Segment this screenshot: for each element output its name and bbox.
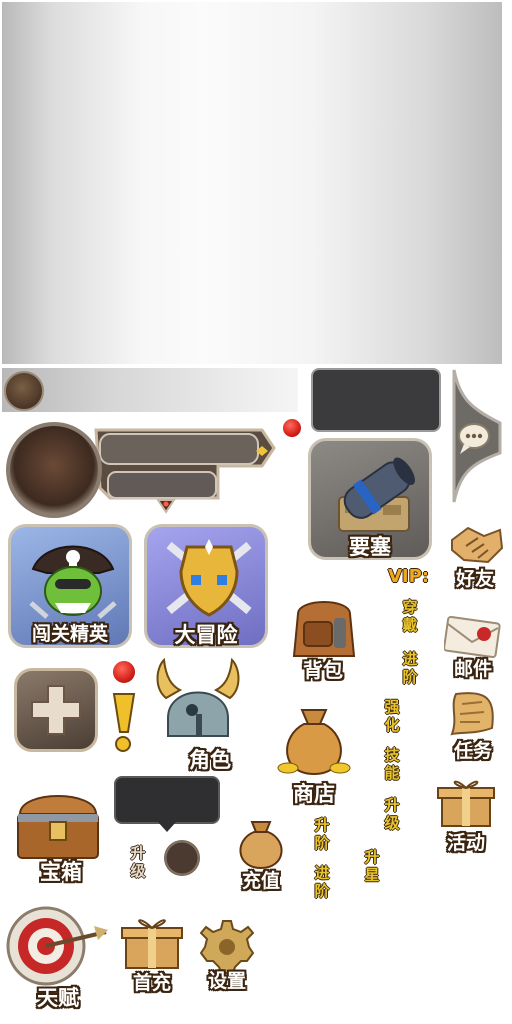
dark-tooltip: [114, 776, 220, 832]
role-button[interactable]: 角色: [148, 656, 248, 774]
talent-button[interactable]: 天赋: [4, 904, 112, 1012]
money-bag-icon: [277, 709, 351, 776]
friends-label: 好友: [455, 568, 494, 590]
handshake-icon: [451, 526, 504, 564]
target-arrow-icon: [6, 906, 108, 986]
adventure-label: 大冒险: [174, 623, 238, 647]
skill-label: 技能: [384, 746, 400, 782]
activity-button[interactable]: 活动: [428, 774, 504, 858]
viking-helmet-icon: [156, 658, 240, 737]
upgrade-label-1: 升级: [384, 796, 400, 832]
shop-button[interactable]: 商店: [270, 700, 358, 808]
advance-label-1: 进阶: [402, 650, 418, 686]
friends-button[interactable]: 好友: [444, 520, 506, 590]
add-button[interactable]: [8, 662, 104, 758]
elite-stage-label: 闯关精英: [31, 623, 108, 645]
gift-box-gold-icon: [121, 919, 183, 969]
player-level-field: [110, 474, 210, 496]
gradient-strip: [2, 368, 298, 412]
adventure-button[interactable]: 大冒险: [144, 524, 268, 648]
vip-label: VIP:: [388, 566, 430, 587]
elite-stage-button[interactable]: 闯关精英: [8, 524, 132, 648]
first-recharge-button[interactable]: 首充: [116, 912, 188, 996]
envelope-icon: [444, 615, 501, 658]
settings-label: 设置: [207, 970, 246, 992]
exclamation-icon: [112, 693, 136, 752]
round-knob[interactable]: [4, 371, 44, 411]
mail-label: 邮件: [453, 658, 492, 680]
recharge-button[interactable]: 充值: [226, 816, 296, 896]
dark-panel-top: [311, 368, 441, 432]
strengthen-label: 强化: [384, 698, 400, 734]
scroll-icon: [450, 692, 494, 736]
player-name-field: [104, 434, 254, 460]
fortress-label: 要塞: [349, 535, 391, 559]
fortress-button[interactable]: 要塞: [308, 438, 432, 560]
advance-label-2: 进阶: [314, 864, 330, 900]
treasure-chest-label: 宝箱: [40, 860, 82, 884]
shop-label: 商店: [293, 782, 335, 806]
pirate-goblin-icon: [29, 545, 117, 619]
settings-button[interactable]: 设置: [194, 918, 260, 996]
notification-dot-2: [112, 660, 136, 684]
task-label: 任务: [453, 740, 492, 762]
first-recharge-label: 首充: [132, 972, 171, 994]
treasure-chest-button[interactable]: 宝箱: [6, 782, 110, 888]
backpack-label: 背包: [303, 658, 343, 682]
coin-pouch-icon: [239, 821, 283, 870]
wear-label: 穿戴: [402, 598, 418, 634]
backpack-icon: [292, 601, 356, 657]
treasure-chest-icon: [17, 795, 99, 859]
gradient-background-panel: [2, 2, 502, 364]
star-up-label: 升星: [364, 848, 380, 884]
plus-icon: [31, 685, 81, 735]
activity-label: 活动: [446, 832, 485, 854]
backpack-button[interactable]: 背包: [282, 590, 364, 686]
role-label: 角色: [189, 748, 231, 772]
notification-dot: [282, 418, 302, 438]
small-round-button[interactable]: [164, 840, 200, 876]
mail-button[interactable]: 邮件: [440, 612, 506, 682]
golden-shield-swords-icon: [166, 539, 252, 617]
upgrade-label-2: 升级: [130, 844, 146, 880]
talent-label: 天赋: [37, 986, 79, 1010]
rank-up-label: 升阶: [314, 816, 330, 852]
chat-side-tab[interactable]: [450, 368, 504, 504]
task-button[interactable]: 任务: [440, 688, 506, 766]
recharge-label: 充值: [241, 870, 280, 892]
cannon-icon: [338, 457, 415, 532]
gift-box-icon: [437, 780, 495, 827]
